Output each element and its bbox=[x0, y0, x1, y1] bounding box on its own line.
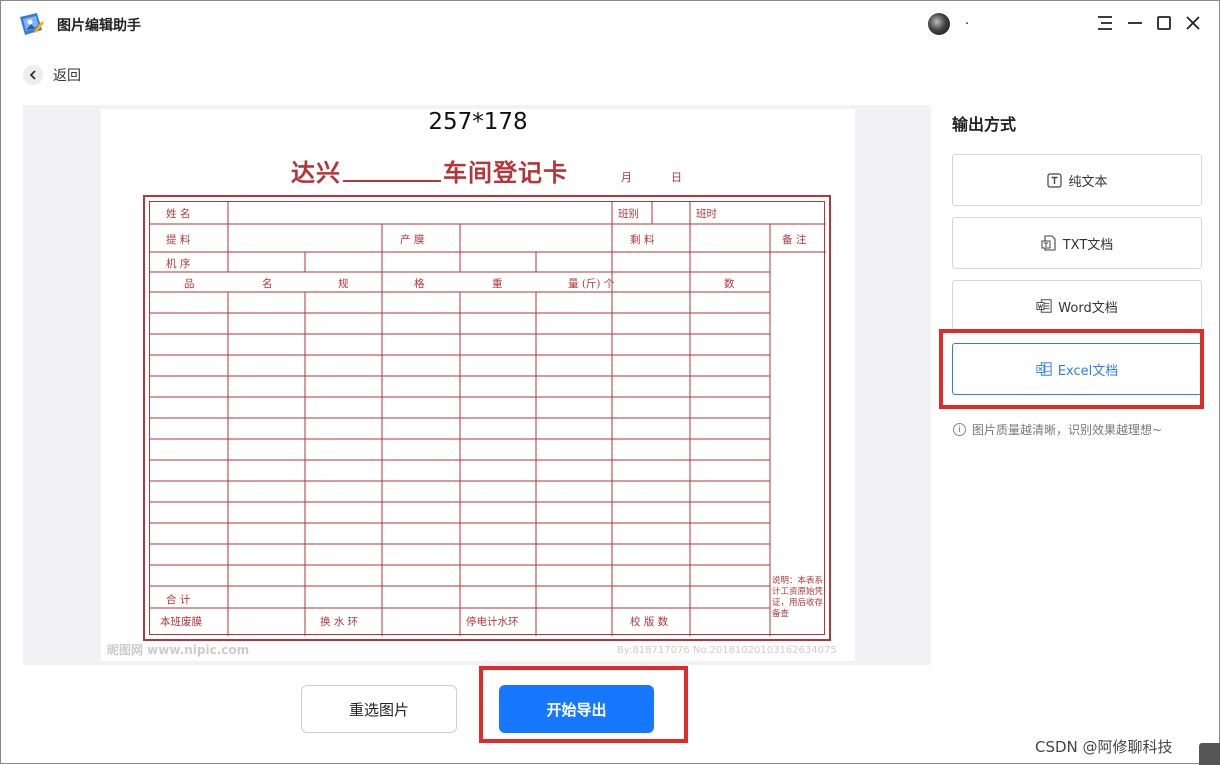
chevron-left-icon bbox=[23, 65, 43, 85]
label-waste-film: 本班废膜 bbox=[160, 616, 202, 628]
label-shift: 班别 bbox=[618, 208, 639, 220]
option-label: Word文档 bbox=[1058, 300, 1118, 316]
label-product: 品 bbox=[184, 278, 195, 290]
form-title-right: 车间登记卡 bbox=[443, 158, 568, 187]
option-txt[interactable]: TXT文档 bbox=[952, 217, 1202, 269]
form-table-inner: 姓 名 班别 班时 提 料 产 膜 剩 料 备 注 机 序 品 名 规 格 重 … bbox=[149, 201, 826, 636]
document-image: 257*178 达兴 车间登记卡 月 日 姓 名 班别 班时 提 料 产 膜 剩… bbox=[101, 109, 855, 661]
label-weight: 重 bbox=[492, 278, 503, 290]
label-remarks: 备 注 bbox=[782, 234, 807, 246]
app-title: 图片编辑助手 bbox=[57, 18, 141, 34]
label-name: 姓 名 bbox=[166, 208, 191, 220]
title-bar: 图片编辑助手 . bbox=[1, 1, 1219, 47]
option-label: TXT文档 bbox=[1062, 237, 1114, 253]
minimize-icon[interactable] bbox=[1125, 13, 1145, 33]
form-title-left: 达兴 bbox=[291, 158, 341, 187]
label-format: 格 bbox=[414, 278, 425, 290]
menu-icon[interactable] bbox=[1095, 13, 1115, 33]
form-grid-lines bbox=[150, 202, 826, 636]
reselect-label: 重选图片 bbox=[348, 700, 409, 719]
label-count: 数 bbox=[724, 278, 735, 290]
option-plain-text[interactable]: 纯文本 bbox=[952, 154, 1202, 206]
label-power-cut: 停电计水环 bbox=[466, 616, 519, 628]
corner-badge-icon bbox=[1199, 743, 1220, 765]
quality-hint: i 图片质量越清晰，识别效果越理想~ bbox=[953, 421, 1162, 438]
label-quantity: 量 (斤) 个 bbox=[568, 278, 615, 290]
label-total: 合 计 bbox=[166, 594, 191, 606]
label-output-film: 产 膜 bbox=[400, 234, 425, 246]
form-month: 月 bbox=[621, 171, 632, 184]
label-machine-seq: 机 序 bbox=[166, 258, 191, 270]
option-word[interactable]: Word文档 bbox=[952, 280, 1202, 332]
csdn-watermark: CSDN @阿修聊科技 bbox=[1035, 738, 1173, 756]
txt-file-icon bbox=[1041, 235, 1057, 251]
label-spec: 规 bbox=[338, 278, 349, 290]
label-material: 提 料 bbox=[166, 234, 191, 246]
form-table: 姓 名 班别 班时 提 料 产 膜 剩 料 备 注 机 序 品 名 规 格 重 … bbox=[143, 195, 831, 641]
form-day: 日 bbox=[671, 171, 682, 184]
label-name2: 名 bbox=[262, 278, 273, 290]
word-icon bbox=[1036, 298, 1052, 314]
label-team-hours: 班时 bbox=[696, 208, 717, 220]
watermark-right: By:818717076 No.20181020103162634075 bbox=[617, 645, 837, 656]
watermark-left: 昵图网 www.nipic.com bbox=[107, 643, 250, 657]
app-window: 图片编辑助手 . 返回 257*178 达兴 车间登记卡 月 日 姓 名 班别 … bbox=[0, 0, 1220, 765]
text-icon bbox=[1046, 172, 1062, 188]
hint-text: 图片质量越清晰，识别效果越理想~ bbox=[972, 423, 1163, 437]
label-proof-count: 校 版 数 bbox=[630, 616, 669, 628]
user-name[interactable]: . bbox=[965, 13, 969, 28]
back-label: 返回 bbox=[53, 68, 81, 84]
label-remaining: 剩 料 bbox=[630, 234, 655, 246]
image-dimensions: 257*178 bbox=[428, 109, 528, 135]
reselect-image-button[interactable]: 重选图片 bbox=[301, 685, 457, 733]
label-change-ring: 换 水 环 bbox=[320, 616, 359, 628]
avatar[interactable] bbox=[928, 13, 950, 35]
highlight-box-export bbox=[479, 666, 688, 743]
output-mode-title: 输出方式 bbox=[952, 115, 1017, 134]
back-button[interactable]: 返回 bbox=[23, 65, 81, 85]
form-title: 达兴 车间登记卡 bbox=[291, 153, 568, 188]
close-icon[interactable] bbox=[1183, 13, 1203, 33]
app-logo-icon bbox=[20, 13, 44, 35]
option-label: 纯文本 bbox=[1068, 174, 1108, 190]
image-preview: 257*178 达兴 车间登记卡 月 日 姓 名 班别 班时 提 料 产 膜 剩… bbox=[23, 105, 931, 665]
info-icon: i bbox=[953, 423, 966, 436]
label-note: 说明：本表系计工资原始凭证，用后收存备查 bbox=[772, 576, 824, 619]
maximize-icon[interactable] bbox=[1154, 13, 1174, 33]
highlight-box-excel bbox=[939, 329, 1204, 409]
